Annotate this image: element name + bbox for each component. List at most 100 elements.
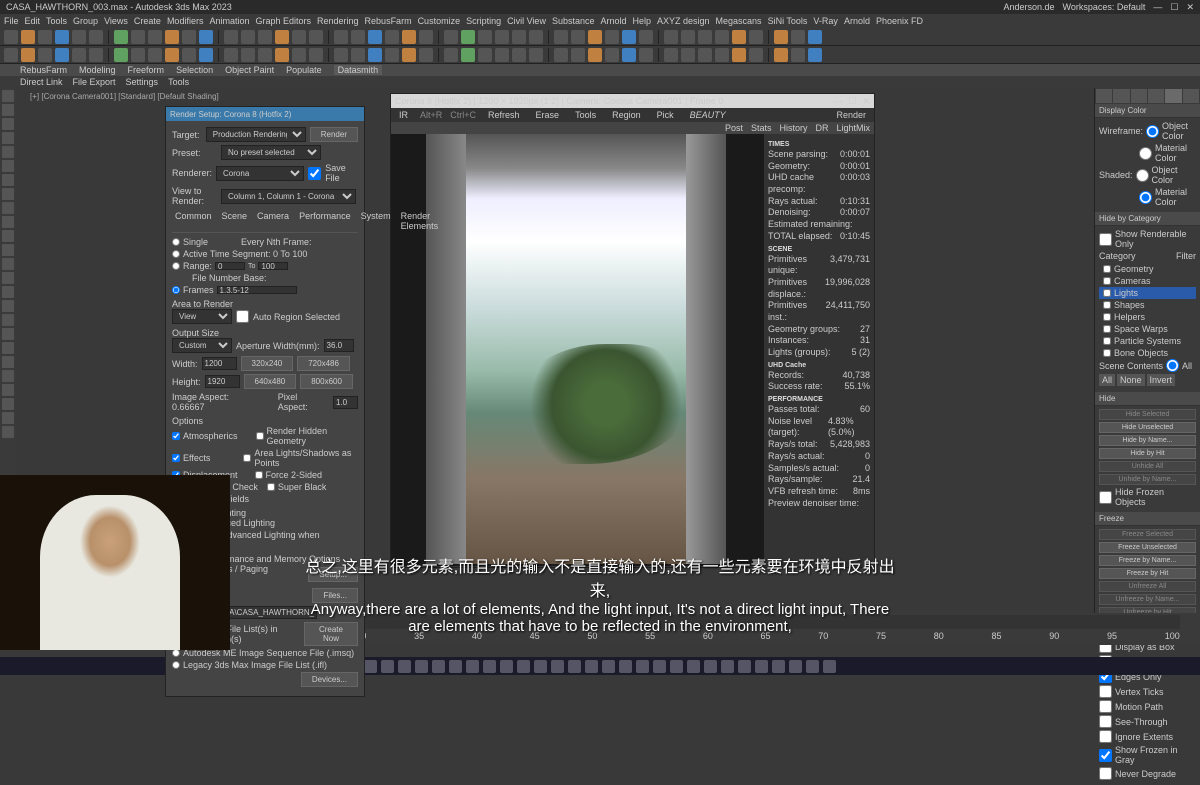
toolbar-button[interactable] [461, 30, 475, 44]
category-lights[interactable]: Lights [1099, 287, 1196, 299]
unfreeze-by-name[interactable]: Unfreeze by Name... [1099, 594, 1196, 605]
width-input[interactable] [202, 357, 237, 370]
toolbar-button[interactable] [89, 30, 103, 44]
toolbar-button[interactable] [385, 30, 399, 44]
display-color-head[interactable]: Display Color [1095, 104, 1200, 118]
left-tool[interactable] [2, 216, 14, 228]
atmos-check[interactable] [172, 432, 180, 440]
taskbar-icon[interactable] [381, 660, 394, 673]
vfbtab-post[interactable]: Post [725, 123, 743, 133]
motion-tab[interactable] [1148, 89, 1164, 103]
area-select[interactable]: View [172, 309, 232, 324]
freeze-by-name[interactable]: Freeze by Name... [1099, 555, 1196, 566]
menu-substance[interactable]: Substance [552, 16, 595, 26]
unfreeze-all[interactable]: Unfreeze All [1099, 581, 1196, 592]
toolbar-button[interactable] [4, 30, 18, 44]
vfb-pick[interactable]: Pick [653, 110, 678, 120]
menu-create[interactable]: Create [134, 16, 161, 26]
category-helpers[interactable]: Helpers [1099, 311, 1196, 323]
ribbon-rebusfarm[interactable]: RebusFarm [20, 65, 67, 75]
single-radio[interactable] [172, 238, 180, 246]
autoregion-check[interactable] [236, 310, 249, 323]
toolbar-button[interactable] [38, 48, 52, 62]
left-tool[interactable] [2, 286, 14, 298]
toolbar-button[interactable] [554, 48, 568, 62]
hide-head[interactable]: Hide [1095, 392, 1200, 406]
left-tool[interactable] [2, 300, 14, 312]
taskbar-icon[interactable] [704, 660, 717, 673]
vfb-close-icon[interactable]: ✕ [862, 96, 870, 107]
menu-civilview[interactable]: Civil View [507, 16, 546, 26]
toolbar-button[interactable] [368, 48, 382, 62]
toolbar-button[interactable] [664, 48, 678, 62]
toolbar-button[interactable] [72, 30, 86, 44]
superblack-check[interactable] [267, 483, 275, 491]
taskbar-icon[interactable] [772, 660, 785, 673]
toolbar-button[interactable] [554, 30, 568, 44]
frames-radio[interactable] [172, 286, 180, 294]
taskbar-icon[interactable] [568, 660, 581, 673]
devices-button[interactable]: Devices... [301, 672, 358, 687]
ribbon-selection[interactable]: Selection [176, 65, 213, 75]
render-button[interactable]: Render [310, 127, 358, 142]
toolbar-button[interactable] [478, 48, 492, 62]
hide-by-hit[interactable]: Hide by Hit [1099, 448, 1196, 459]
toolbar-button[interactable] [351, 30, 365, 44]
toolbar-button[interactable] [199, 48, 213, 62]
sub-settings[interactable]: Settings [126, 77, 159, 87]
toolbar-button[interactable] [224, 48, 238, 62]
left-tool[interactable] [2, 384, 14, 396]
toolbar-button[interactable] [622, 30, 636, 44]
menu-tools[interactable]: Tools [46, 16, 67, 26]
preset4[interactable]: 800x600 [300, 374, 353, 389]
vfb-erase[interactable]: Erase [532, 110, 564, 120]
toolbar-button[interactable] [698, 48, 712, 62]
toolbar-button[interactable] [241, 30, 255, 44]
taskbar-icon[interactable] [721, 660, 734, 673]
hide-cat-head[interactable]: Hide by Category [1095, 212, 1200, 226]
toolbar-button[interactable] [182, 48, 196, 62]
all-btn[interactable]: All [1099, 374, 1115, 386]
view-select[interactable]: Column 1, Column 1 - Corona Camera001 [221, 189, 356, 204]
menu-edit[interactable]: Edit [25, 16, 41, 26]
menu-sinitools[interactable]: SiNi Tools [768, 16, 808, 26]
range-to[interactable] [258, 262, 288, 270]
taskbar-icon[interactable] [653, 660, 666, 673]
modify-tab[interactable] [1113, 89, 1129, 103]
left-tool[interactable] [2, 328, 14, 340]
sub-tools[interactable]: Tools [168, 77, 189, 87]
ribbon-modeling[interactable]: Modeling [79, 65, 116, 75]
left-tool[interactable] [2, 202, 14, 214]
left-tool[interactable] [2, 258, 14, 270]
toolbar-button[interactable] [681, 48, 695, 62]
toolbar-button[interactable] [224, 30, 238, 44]
hidden-check[interactable] [256, 432, 264, 440]
menu-modifiers[interactable]: Modifiers [167, 16, 204, 26]
menu-megascans[interactable]: Megascans [716, 16, 762, 26]
toolbar-button[interactable] [732, 48, 746, 62]
toolbar-button[interactable] [148, 30, 162, 44]
toolbar-button[interactable] [334, 30, 348, 44]
taskbar-icon[interactable] [449, 660, 462, 673]
taskbar-icon[interactable] [806, 660, 819, 673]
vfb-tools[interactable]: Tools [571, 110, 600, 120]
freeze-selected[interactable]: Freeze Selected [1099, 529, 1196, 540]
toolbar-button[interactable] [808, 48, 822, 62]
viewport-label[interactable]: [+] [Corona Camera001] [Standard] [Defau… [30, 92, 219, 101]
none-btn[interactable]: None [1117, 374, 1145, 386]
left-tool[interactable] [2, 146, 14, 158]
hide-by-name[interactable]: Hide by Name... [1099, 435, 1196, 446]
toolbar-button[interactable] [444, 48, 458, 62]
menu-rebusfarm[interactable]: RebusFarm [365, 16, 412, 26]
ribbon-object paint[interactable]: Object Paint [225, 65, 274, 75]
left-tool[interactable] [2, 356, 14, 368]
toolbar-button[interactable] [639, 30, 653, 44]
toolbar-button[interactable] [334, 48, 348, 62]
toolbar-button[interactable] [165, 30, 179, 44]
toolbar-button[interactable] [529, 48, 543, 62]
taskbar-icon[interactable] [415, 660, 428, 673]
taskbar-icon[interactable] [500, 660, 513, 673]
user-label[interactable]: Anderson.de [1003, 2, 1054, 13]
taskbar-icon[interactable] [364, 660, 377, 673]
category-shapes[interactable]: Shapes [1099, 299, 1196, 311]
